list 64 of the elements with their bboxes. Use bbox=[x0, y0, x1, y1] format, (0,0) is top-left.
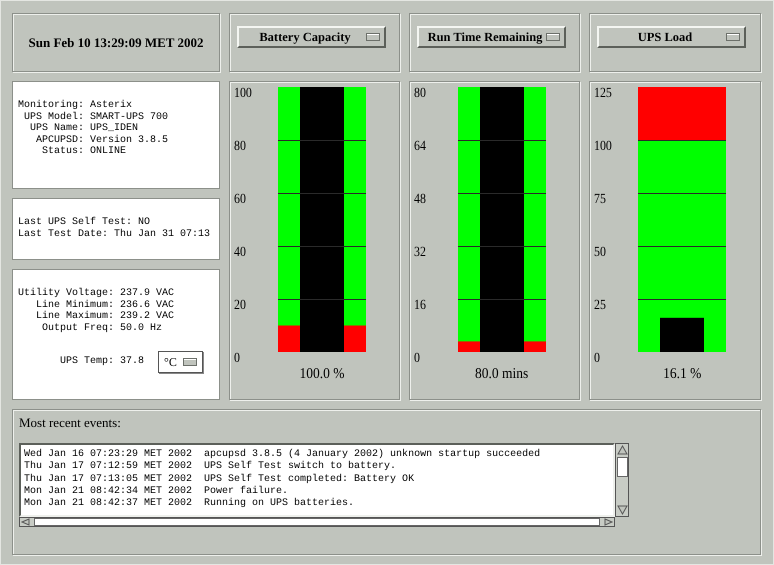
dropdown-indicator-icon bbox=[546, 33, 560, 41]
events-heading: Most recent events: bbox=[19, 415, 122, 431]
scale-label: 64 bbox=[414, 140, 427, 153]
scale-label: 48 bbox=[414, 193, 427, 206]
scale-label: 50 bbox=[594, 246, 607, 259]
scale-label: 0 bbox=[234, 352, 241, 365]
scale-label: 0 bbox=[414, 352, 421, 365]
dropdown-indicator-icon bbox=[726, 33, 740, 41]
scale-label: 32 bbox=[414, 246, 427, 259]
info-label: Monitoring: bbox=[18, 100, 84, 112]
gauge-selector-dropdown[interactable]: Run Time Remaining bbox=[417, 26, 566, 48]
info-label: UPS Name: bbox=[29, 123, 84, 134]
scale-label: 75 bbox=[594, 193, 607, 206]
info-label: APCUPSD: bbox=[35, 134, 84, 146]
self-test-line: Last UPS Self Test: NO bbox=[18, 217, 152, 228]
scroll-down-icon[interactable] bbox=[616, 504, 628, 515]
date-time: Sun Feb 10 13:29:09 MET 2002 bbox=[28, 34, 204, 50]
info-label: Line Maximum: bbox=[35, 311, 114, 322]
scroll-thumb[interactable] bbox=[34, 518, 600, 526]
info-label: UPS Model: bbox=[23, 112, 84, 123]
scroll-thumb[interactable] bbox=[616, 457, 628, 477]
dropdown-indicator-icon bbox=[182, 358, 197, 366]
scale-label: 25 bbox=[594, 299, 607, 312]
scale-label: 80 bbox=[414, 87, 427, 100]
gauge-reading: 16.1 % bbox=[662, 366, 702, 383]
info-value: 237.9 VAC bbox=[120, 288, 174, 300]
scale-label: 0 bbox=[594, 352, 601, 365]
info-value: Asterix bbox=[90, 100, 134, 112]
scale-label: 16 bbox=[414, 299, 427, 312]
scale-label: 100 bbox=[234, 87, 253, 100]
gauge-selector-dropdown[interactable]: UPS Load bbox=[597, 26, 746, 48]
scale-label: 80 bbox=[234, 140, 247, 153]
event-entry: Thu Jan 17 07:13:05 MET 2002 UPS Self Test completed: Battery OK bbox=[24, 474, 416, 486]
info-value: ONLINE bbox=[90, 146, 128, 158]
info-value: Version 3.8.5 bbox=[90, 134, 168, 146]
self-test-line: Last Test Date: Thu Jan 31 07:13 bbox=[18, 228, 212, 240]
scale-label: 20 bbox=[234, 299, 247, 312]
vertical-scrollbar[interactable] bbox=[615, 443, 629, 517]
dropdown-indicator-icon bbox=[366, 33, 380, 41]
scale-label: 100 bbox=[594, 140, 613, 153]
temperature-label: UPS Temp: bbox=[60, 356, 114, 368]
info-value: UPS_IDEN bbox=[90, 123, 140, 134]
event-entry: Thu Jan 17 07:12:59 MET 2002 UPS Self Test switch to battery. bbox=[24, 461, 398, 474]
horizontal-scrollbar[interactable] bbox=[19, 517, 615, 527]
info-label: Status: bbox=[41, 146, 84, 158]
scale-label: 40 bbox=[234, 246, 247, 259]
info-value: 236.6 VAC bbox=[120, 300, 174, 311]
info-value: 239.2 VAC bbox=[120, 311, 174, 322]
event-entry: Mon Jan 21 08:42:37 MET 2002 Running on UPS batteries. bbox=[24, 498, 356, 510]
temperature-value: 37.8 bbox=[120, 356, 144, 368]
info-label: Line Minimum: bbox=[35, 300, 114, 310]
info-value: 50.0 Hz bbox=[120, 322, 164, 334]
unit-dropdown[interactable]: °C bbox=[158, 351, 203, 373]
event-entry: Wed Jan 16 07:23:29 MET 2002 apcupsd 3.8.5 (4 January 2002) unknown startup succeeded bbox=[24, 449, 542, 460]
gauge-selector-dropdown[interactable]: Battery Capacity bbox=[237, 26, 386, 48]
info-value: SMART-UPS 700 bbox=[90, 112, 168, 123]
scale-label: 60 bbox=[234, 193, 247, 206]
info-label: Utility Voltage: bbox=[18, 288, 114, 300]
gauge-reading: 100.0 % bbox=[300, 366, 344, 383]
gauge-reading: 80.0 mins bbox=[475, 366, 529, 383]
event-entry: Mon Jan 21 08:42:34 MET 2002 Power failure. bbox=[24, 486, 290, 498]
info-label: Output Freq: bbox=[41, 322, 114, 334]
scale-label: 125 bbox=[594, 87, 613, 100]
scroll-up-icon[interactable] bbox=[616, 445, 628, 456]
